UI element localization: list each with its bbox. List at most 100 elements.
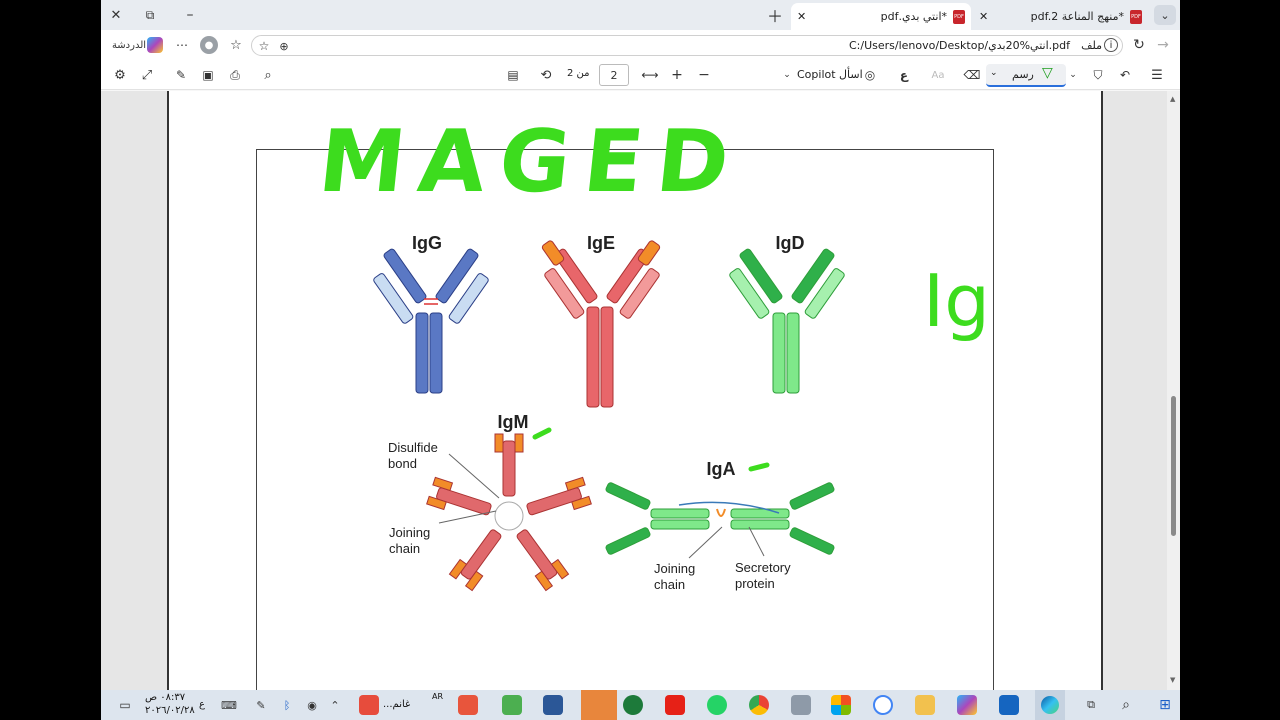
copilot-taskbar-icon[interactable] <box>957 695 977 715</box>
tab-list-icon[interactable]: ⌄ <box>1154 5 1176 25</box>
chevron-down-icon[interactable]: ⌄ <box>1067 66 1079 84</box>
capcut-icon[interactable] <box>458 695 478 715</box>
secretory-label-1: Secretory <box>735 560 791 575</box>
draw-label: رسم <box>1012 68 1034 81</box>
notification-icon[interactable]: ▭ <box>117 697 133 713</box>
contents-icon[interactable]: ☰ <box>1148 66 1166 84</box>
whatsapp-icon[interactable] <box>707 695 727 715</box>
search-taskbar-icon[interactable]: ⌕ <box>1117 696 1135 714</box>
igm-antibody: IgM Disulfide bond Joining chain <box>388 412 592 592</box>
clock-date[interactable]: ٢٠٢٦/٠٢/٢٨ <box>145 705 195 716</box>
copilot-toolbar-icon[interactable]: ◎ <box>861 66 879 84</box>
ige-label: IgE <box>587 233 615 253</box>
keyboard-icon[interactable]: ⌨ <box>221 697 237 713</box>
file-explorer-icon[interactable] <box>915 695 935 715</box>
close-window-icon[interactable]: ✕ <box>107 6 125 24</box>
taskbar-app-label[interactable]: غانم... <box>383 699 410 710</box>
settings-icon[interactable]: ⚙ <box>111 66 129 84</box>
tab-0-label: *منهج المناعة pdf.2 <box>1030 10 1124 23</box>
workspaces-icon[interactable]: ⧉ <box>141 6 159 24</box>
new-tab-icon[interactable]: ＋ <box>765 5 785 26</box>
favorites-icon[interactable]: ☆ <box>227 36 245 54</box>
joining-chain-left-1: Joining <box>389 525 430 540</box>
lang-indicator[interactable]: AR <box>432 692 443 701</box>
address-bar: الدردشة ⋯ ● ☆ ☆ ⊕ C:/Users/lenovo/Deskto… <box>101 30 1180 60</box>
copilot-ask[interactable]: اسأل Copilot <box>797 68 863 81</box>
clock-time[interactable]: ٠٨:٣٧ ص <box>145 692 185 703</box>
star-icon[interactable]: ☆ <box>256 38 272 54</box>
scrollbar-thumb[interactable] <box>1171 396 1176 536</box>
iga-antibody: IgA Joining chain Secretory protein <box>605 459 835 592</box>
word-icon[interactable] <box>543 695 563 715</box>
undo-icon[interactable]: ↶ <box>1116 66 1134 84</box>
forward-icon[interactable]: → <box>1154 36 1172 54</box>
handwriting-title: MAGED <box>314 112 747 212</box>
close-tab-icon[interactable]: ✕ <box>797 10 806 23</box>
chevron-down-icon[interactable]: ⌄ <box>781 66 793 84</box>
pdf-icon: PDF <box>953 9 965 24</box>
weather-icon[interactable] <box>359 695 379 715</box>
tab-0[interactable]: PDF *منهج المناعة pdf.2 ✕ <box>973 3 1148 30</box>
joining-chain-right-1: Joining <box>654 561 695 576</box>
telegram-icon[interactable] <box>581 690 617 720</box>
browser-window: ✕ ⧉ – ＋ PDF *انتي بدي.pdf ✕ PDF *منهج ال… <box>101 0 1180 690</box>
copilot-icon[interactable] <box>147 37 163 53</box>
pen-tray-icon[interactable]: ✎ <box>253 697 269 713</box>
camtasia-icon[interactable] <box>502 695 522 715</box>
pdf-icon: PDF <box>1130 9 1142 24</box>
scroll-up-icon[interactable]: ▲ <box>1170 95 1175 103</box>
bluetooth-icon[interactable]: ᛒ <box>279 697 295 713</box>
close-tab-icon[interactable]: ✕ <box>979 10 988 23</box>
chevron-up-icon[interactable]: ⌃ <box>327 697 343 713</box>
scroll-down-icon[interactable]: ▼ <box>1170 676 1175 684</box>
tab-1[interactable]: PDF *انتي بدي.pdf ✕ <box>791 3 971 30</box>
url-field[interactable]: ☆ ⊕ C:/Users/lenovo/Desktop/انتي%20بدي.p… <box>251 35 1123 56</box>
youtube-icon[interactable] <box>665 695 685 715</box>
refresh-icon[interactable]: ↻ <box>1130 36 1148 54</box>
rotate-icon[interactable]: ⟲ <box>537 66 555 84</box>
zoom-out-icon[interactable]: − <box>695 66 713 84</box>
chat-label[interactable]: الدردشة <box>109 37 149 53</box>
draw-button[interactable]: ⌄ رسم ▽ <box>986 64 1066 87</box>
highlight-icon[interactable]: ⛉ <box>1089 66 1107 84</box>
google-icon[interactable] <box>873 695 893 715</box>
start-icon[interactable]: ⊞ <box>1156 696 1174 714</box>
app-icon-gray[interactable] <box>791 695 811 715</box>
page-number-input[interactable]: 2 <box>599 64 629 86</box>
page-view-icon[interactable]: ▤ <box>504 66 522 84</box>
vertical-scrollbar[interactable]: ▲ ▼ <box>1167 91 1180 690</box>
pdf-toolbar: ⚙ ⤢ ✎ ▣ ⎙ ⌕ ▤ ⟲ من 2 2 ⟷ + − ⌄ اسأل Copi… <box>101 60 1180 90</box>
print-icon[interactable]: ⎙ <box>226 66 244 84</box>
text-icon[interactable]: Aa <box>929 66 947 84</box>
zoom-in-icon[interactable]: + <box>668 66 686 84</box>
igd-label: IgD <box>776 233 805 253</box>
save-as-icon[interactable]: ✎ <box>172 66 190 84</box>
input-lang-short[interactable]: ع <box>199 699 205 710</box>
chrome-icon[interactable] <box>749 695 769 715</box>
pdf-page: MAGED Ig IgG IgE IgD IgM Disulfide bond … <box>167 91 1103 690</box>
read-aloud-icon[interactable]: ع <box>895 66 913 84</box>
zoom-icon[interactable]: ⊕ <box>276 38 292 54</box>
search-icon[interactable]: ⌕ <box>259 66 277 84</box>
outlook-icon[interactable] <box>999 695 1019 715</box>
secretory-label-2: protein <box>735 576 775 591</box>
more-icon[interactable]: ⋯ <box>173 37 191 53</box>
minimize-icon[interactable]: – <box>181 6 199 24</box>
handwriting-side: Ig <box>923 259 990 343</box>
save-icon[interactable]: ▣ <box>199 66 217 84</box>
fullscreen-icon[interactable]: ⤢ <box>138 66 156 84</box>
store-icon[interactable] <box>831 695 851 715</box>
task-view-icon[interactable]: ⧉ <box>1083 697 1099 713</box>
profile-avatar[interactable]: ● <box>200 36 218 54</box>
app-icon-green[interactable] <box>623 695 643 715</box>
fit-width-icon[interactable]: ⟷ <box>641 66 659 84</box>
eraser-icon[interactable]: ⌫ <box>963 66 981 84</box>
pdf-viewer: MAGED Ig IgG IgE IgD IgM Disulfide bond … <box>101 91 1180 690</box>
info-icon[interactable]: i <box>1104 38 1118 52</box>
url-text: C:/Users/lenovo/Desktop/انتي%20بدي.pdf <box>848 39 1070 52</box>
figure-canvas: MAGED Ig IgG IgE IgD IgM Disulfide bond … <box>314 112 990 592</box>
edge-icon-active[interactable] <box>1035 690 1065 720</box>
record-icon[interactable]: ◉ <box>304 697 320 713</box>
igg-label: IgG <box>412 233 442 253</box>
iga-label: IgA <box>707 459 736 479</box>
